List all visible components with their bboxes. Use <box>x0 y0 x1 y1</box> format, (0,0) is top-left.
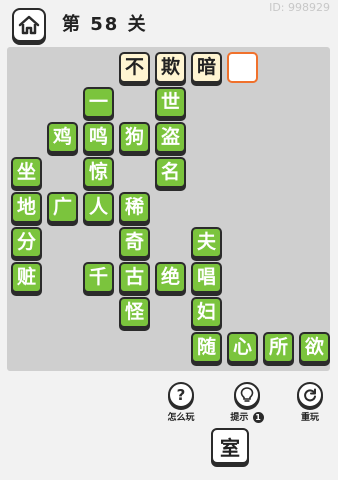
answer-tile[interactable]: 不 <box>119 52 150 83</box>
grid-tile[interactable]: 名 <box>155 157 186 188</box>
grid-tile[interactable]: 古 <box>119 262 150 293</box>
level-title: 第 58 关 <box>62 14 148 35</box>
grid-tile[interactable]: 妇 <box>191 297 222 328</box>
grid-tile[interactable]: 世 <box>155 87 186 118</box>
grid-tile[interactable]: 一 <box>83 87 114 118</box>
grid-tile[interactable]: 鸡 <box>47 122 78 153</box>
grid-tile[interactable]: 地 <box>11 192 42 223</box>
grid-tile[interactable]: 欲 <box>299 332 330 363</box>
grid-tile[interactable]: 坐 <box>11 157 42 188</box>
grid-tile[interactable]: 千 <box>83 262 114 293</box>
grid-tile[interactable]: 稀 <box>119 192 150 223</box>
hint-label: 提示 <box>230 413 249 423</box>
hint-count-badge: 1 <box>252 412 264 423</box>
restart-icon <box>297 382 323 408</box>
user-id: ID: 998929 <box>269 1 330 14</box>
question-icon: ? <box>168 382 194 408</box>
how-to-play-button[interactable]: ? 怎么玩 <box>163 382 199 423</box>
hint-label-wrap: 提示 1 <box>229 410 265 423</box>
hint-button[interactable]: 提示 1 <box>229 382 265 423</box>
grid-tile[interactable]: 绝 <box>155 262 186 293</box>
lightbulb-icon <box>234 382 260 408</box>
grid-tile[interactable]: 心 <box>227 332 258 363</box>
grid-tile[interactable]: 所 <box>263 332 294 363</box>
puzzle-board: 不 欺 暗 一 世 鸡 鸣 狗 盗 坐 惊 名 地 广 人 稀 分 奇 夫 赃 … <box>7 47 330 371</box>
grid-tile[interactable]: 鸣 <box>83 122 114 153</box>
how-to-play-label: 怎么玩 <box>167 413 195 423</box>
empty-answer-slot[interactable] <box>227 52 258 83</box>
grid-tile[interactable]: 赃 <box>11 262 42 293</box>
grid-tile[interactable]: 狗 <box>119 122 150 153</box>
grid-tile[interactable]: 唱 <box>191 262 222 293</box>
restart-button[interactable]: 重玩 <box>292 382 328 423</box>
grid-tile[interactable]: 奇 <box>119 227 150 258</box>
home-button[interactable] <box>12 8 46 42</box>
grid-tile[interactable]: 怪 <box>119 297 150 328</box>
home-icon <box>18 15 40 35</box>
grid-tile[interactable]: 夫 <box>191 227 222 258</box>
grid-tile[interactable]: 分 <box>11 227 42 258</box>
grid-tile[interactable]: 随 <box>191 332 222 363</box>
answer-tile[interactable]: 欺 <box>155 52 186 83</box>
grid-tile[interactable]: 广 <box>47 192 78 223</box>
candidate-tile[interactable]: 室 <box>211 428 249 464</box>
grid-tile[interactable]: 盗 <box>155 122 186 153</box>
grid-tile[interactable]: 人 <box>83 192 114 223</box>
restart-label: 重玩 <box>300 413 319 423</box>
grid-tile[interactable]: 惊 <box>83 157 114 188</box>
answer-tile[interactable]: 暗 <box>191 52 222 83</box>
